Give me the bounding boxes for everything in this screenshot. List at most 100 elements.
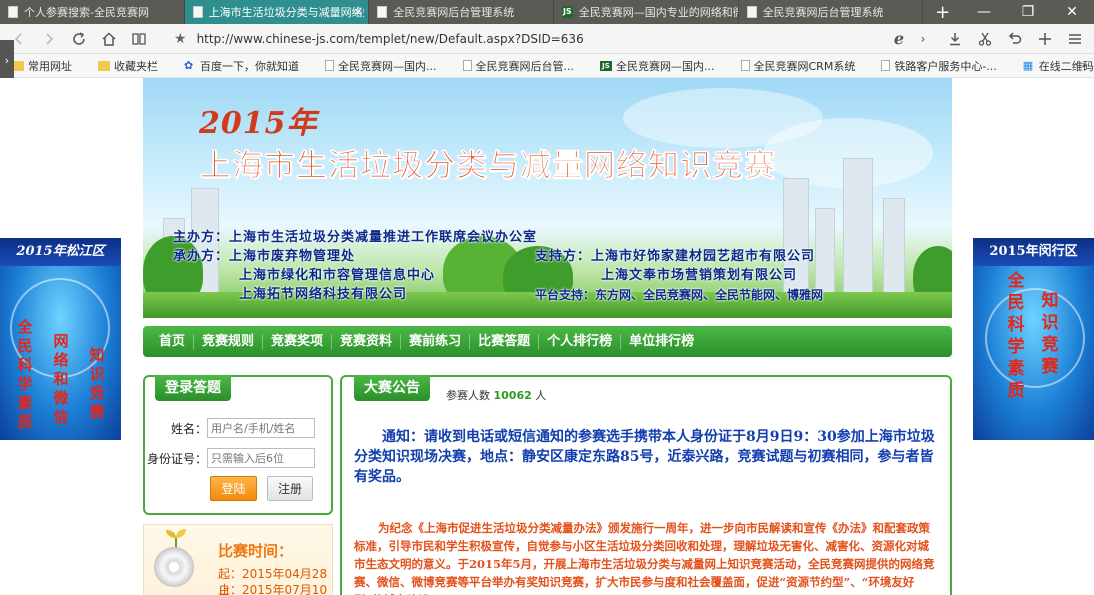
more-arrow-button[interactable]: › bbox=[914, 24, 932, 54]
organizer-text: 主办方：上海市生活垃圾分类减量推进工作联席会议办公室 bbox=[173, 230, 538, 245]
ad-text-column: 知 识 竞 赛 bbox=[1033, 290, 1067, 378]
menu-button[interactable] bbox=[1060, 24, 1090, 54]
close-window-button[interactable]: ✕ bbox=[1050, 0, 1094, 24]
undo-icon bbox=[1008, 31, 1022, 44]
register-button[interactable]: 注册 bbox=[267, 476, 313, 501]
bookmark-item[interactable]: 铁路客户服务中心-... bbox=[881, 58, 997, 74]
ad-heading: 2015年闵行区 bbox=[973, 238, 1094, 266]
building-shape bbox=[815, 208, 835, 298]
supporter-text: 上海文奉市场营销策划有限公司 bbox=[601, 268, 798, 283]
bookmark-label: 百度一下，你就知道 bbox=[200, 59, 299, 73]
nav-rules[interactable]: 竞赛规则 bbox=[194, 333, 264, 350]
bookmark-label: 全民竞赛网后台管... bbox=[475, 59, 575, 73]
undo-button[interactable] bbox=[1000, 24, 1030, 54]
tab-title: 全民竞赛网后台管理系统 bbox=[762, 6, 884, 19]
new-tab-button[interactable]: + bbox=[923, 0, 962, 24]
plus-icon bbox=[1039, 32, 1051, 45]
right-floating-ad[interactable]: 2015年闵行区 全 民 科 学 素 质 知 识 竞 赛 bbox=[973, 238, 1094, 440]
page-icon bbox=[8, 6, 18, 18]
reload-button[interactable] bbox=[64, 24, 94, 54]
bookmark-label: 全民竞赛网—国内... bbox=[338, 59, 437, 73]
announcement-panel: 大赛公告 参赛人数 10062 人 通知：请收到电话或短信通知的参赛选手携带本人… bbox=[340, 375, 952, 595]
bookmark-item[interactable]: ✿ 百度一下，你就知道 bbox=[184, 58, 299, 74]
participant-count: 参赛人数 10062 人 bbox=[446, 387, 546, 403]
banner-title: 上海市生活垃圾分类与减量网络知识竞赛 bbox=[200, 148, 776, 185]
nav-unit-ranking[interactable]: 单位排行榜 bbox=[621, 334, 702, 350]
close-icon[interactable]: × bbox=[353, 5, 362, 18]
browser-tab-bar: 个人参赛搜索-全民竞赛网 上海市生活垃圾分类与减量网络知 × 全民竞赛网后台管理… bbox=[0, 0, 1094, 24]
ad-char: 质 bbox=[1007, 381, 1025, 401]
home-button[interactable] bbox=[94, 24, 124, 54]
ad-char: 科 bbox=[1007, 315, 1025, 335]
url-text[interactable]: http://www.chinese-js.com/templet/new/De… bbox=[197, 32, 584, 46]
bookmark-item[interactable]: 收藏夹栏 bbox=[98, 58, 158, 74]
page-icon bbox=[192, 6, 203, 18]
name-input[interactable] bbox=[207, 418, 315, 438]
bookmark-item[interactable]: JS 全民竞赛网—国内... bbox=[600, 58, 715, 74]
participant-unit: 人 bbox=[535, 389, 547, 402]
nav-practice[interactable]: 赛前练习 bbox=[401, 333, 471, 350]
address-bar[interactable]: ★ http://www.chinese-js.com/templet/new/… bbox=[174, 27, 884, 51]
qr-code-icon: ▦ bbox=[1022, 58, 1034, 72]
bookmarks-overflow-button[interactable]: » bbox=[1081, 58, 1088, 71]
left-floating-ad[interactable]: 2015年松江区 全 民 科 学 素 质 网 络 和 微 信 知 识 竞 赛 bbox=[0, 238, 121, 440]
ad-char: 赛 bbox=[1041, 357, 1059, 377]
ad-char: 赛 bbox=[89, 403, 105, 421]
nav-answer[interactable]: 比赛答题 bbox=[470, 333, 540, 350]
nav-home[interactable]: 首页 bbox=[151, 333, 195, 350]
browser-tab[interactable]: 个人参赛搜索-全民竞赛网 bbox=[0, 0, 185, 24]
contest-end-date: 止：2015年07月10日 bbox=[218, 583, 328, 595]
id-number-label: 身份证号： bbox=[146, 451, 207, 466]
forward-arrow-icon bbox=[46, 32, 54, 45]
nav-materials[interactable]: 竞赛资料 bbox=[332, 333, 402, 350]
ad-text-column: 全 民 科 学 素 质 bbox=[999, 270, 1033, 402]
bookmark-label: 常用网址 bbox=[28, 59, 72, 73]
bookmark-item[interactable]: 全民竞赛网后台管... bbox=[462, 58, 575, 74]
participant-label: 参赛人数 bbox=[446, 389, 490, 402]
announcement-title: 大赛公告 bbox=[354, 375, 430, 401]
bookmark-item[interactable]: 全民竞赛网CRM系统 bbox=[740, 58, 855, 74]
bookmark-item[interactable]: 全民竞赛网—国内... bbox=[325, 58, 437, 74]
web-page: 2015年 上海市生活垃圾分类与减量网络知识竞赛 主办方：上海市生活垃圾分类减量… bbox=[0, 78, 1094, 595]
ie-mode-button[interactable]: ℯ bbox=[884, 24, 914, 54]
announcement-notice: 通知：请收到电话或短信通知的参赛选手携带本人身份证于8月9日9：30参加上海市垃… bbox=[354, 429, 935, 485]
bookmark-label: 全民竞赛网—国内... bbox=[616, 59, 715, 73]
download-button[interactable] bbox=[940, 24, 970, 54]
scissors-button[interactable] bbox=[970, 24, 1000, 54]
browser-tab[interactable]: JS 全民竞赛网—国内专业的网络和微信 bbox=[554, 0, 739, 24]
nav-awards[interactable]: 竞赛奖项 bbox=[263, 333, 333, 350]
sprout-icon bbox=[166, 529, 186, 549]
undertaker-text: 承办方：上海市废弃物管理处 bbox=[173, 249, 356, 264]
ie-icon: ℯ bbox=[893, 29, 905, 48]
supporter-text: 支持方：上海市好饰家建材园艺超市有限公司 bbox=[535, 249, 816, 264]
ad-char: 和 bbox=[53, 370, 69, 388]
download-icon bbox=[950, 32, 960, 45]
browser-tab[interactable]: 全民竞赛网后台管理系统 bbox=[369, 0, 554, 24]
book-icon bbox=[132, 32, 146, 45]
tab-title: 全民竞赛网—国内专业的网络和微信 bbox=[578, 6, 738, 19]
restore-button[interactable]: ❐ bbox=[1006, 0, 1050, 24]
tab-title: 个人参赛搜索-全民竞赛网 bbox=[24, 6, 149, 19]
js-site-icon: JS bbox=[561, 6, 573, 18]
forward-button[interactable] bbox=[34, 24, 64, 54]
star-icon[interactable]: ★ bbox=[174, 31, 187, 47]
minimize-button[interactable]: — bbox=[962, 0, 1006, 24]
sidebar-toggle-button[interactable]: › bbox=[0, 40, 14, 80]
ad-char: 素 bbox=[1007, 359, 1025, 379]
ad-char: 知 bbox=[89, 346, 105, 364]
browser-tab-active[interactable]: 上海市生活垃圾分类与减量网络知 × bbox=[184, 0, 370, 24]
browser-tab[interactable]: 全民竞赛网后台管理系统 bbox=[739, 0, 924, 24]
page-icon bbox=[881, 60, 891, 71]
id-number-input[interactable] bbox=[207, 448, 315, 468]
name-label: 姓名： bbox=[170, 421, 207, 436]
nav-personal-ranking[interactable]: 个人排行榜 bbox=[539, 333, 622, 350]
building-shape bbox=[883, 198, 905, 298]
page-icon bbox=[740, 60, 750, 71]
add-button[interactable] bbox=[1030, 24, 1060, 54]
reader-button[interactable] bbox=[124, 24, 154, 54]
bookmark-item[interactable]: 常用网址 bbox=[12, 58, 72, 74]
bookmark-label: 收藏夹栏 bbox=[114, 59, 158, 73]
browser-navigation-bar: ★ http://www.chinese-js.com/templet/new/… bbox=[0, 24, 1094, 54]
login-button[interactable]: 登陆 bbox=[210, 476, 257, 501]
page-icon bbox=[325, 60, 334, 71]
